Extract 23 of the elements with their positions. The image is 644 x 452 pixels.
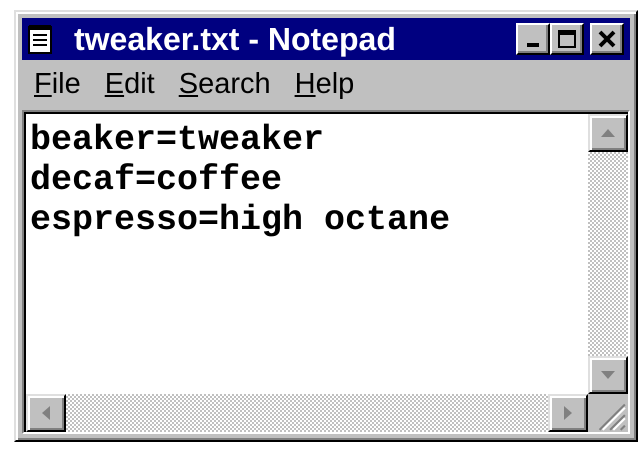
up-arrow-icon <box>600 128 616 138</box>
scroll-right-button[interactable] <box>548 394 588 432</box>
left-arrow-icon <box>41 405 51 421</box>
minimize-button[interactable] <box>516 23 550 55</box>
scroll-down-button[interactable] <box>588 356 628 394</box>
scroll-left-button[interactable] <box>26 394 66 432</box>
maximize-button[interactable] <box>550 23 584 55</box>
close-button[interactable] <box>590 23 624 55</box>
notepad-icon <box>28 24 52 54</box>
menu-item[interactable]: Help <box>294 68 354 100</box>
menu-item[interactable]: File <box>34 68 81 100</box>
minimize-icon <box>527 43 539 47</box>
scroll-up-button[interactable] <box>588 114 628 152</box>
menu-item[interactable]: Search <box>178 68 271 100</box>
menu-item[interactable]: Edit <box>104 68 155 100</box>
right-arrow-icon <box>563 405 573 421</box>
horizontal-scrollbar[interactable] <box>26 394 588 432</box>
window-title: tweaker.txt - Notepad <box>74 20 397 58</box>
vertical-scrollbar[interactable] <box>588 114 628 394</box>
close-icon <box>597 29 617 49</box>
down-arrow-icon <box>600 370 616 380</box>
maximize-icon <box>557 29 577 49</box>
text-area[interactable]: beaker=tweaker decaf=coffee espresso=high octane <box>26 114 588 394</box>
